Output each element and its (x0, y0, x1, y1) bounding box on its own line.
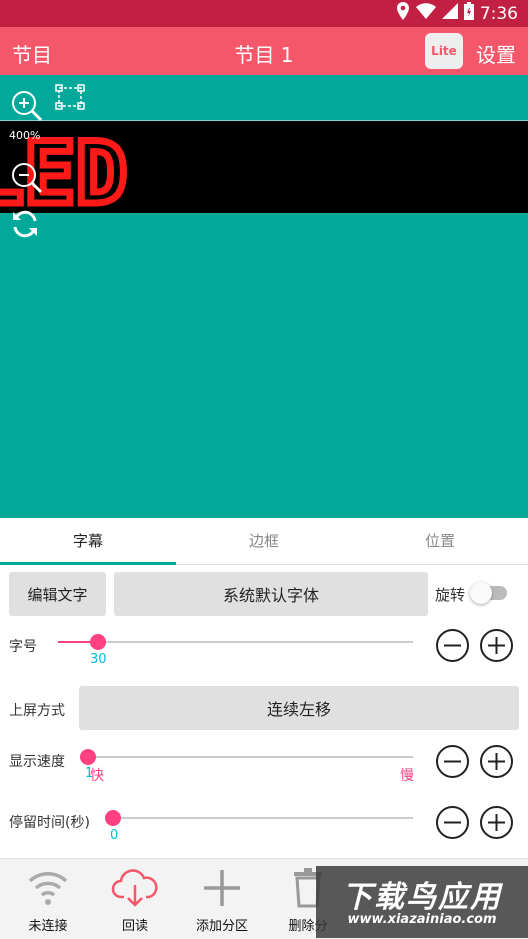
speed-label: 显示速度 (9, 754, 65, 770)
stay-time-thumb[interactable] (105, 810, 121, 826)
fit-screen-icon[interactable] (54, 83, 86, 115)
nav-add-zone[interactable]: 添加分区 (178, 859, 266, 939)
wifi-status-icon (27, 867, 69, 911)
speed-plus-icon[interactable] (480, 745, 513, 778)
toggle-knob (470, 582, 492, 604)
tab-border[interactable]: 边框 (176, 518, 352, 564)
stay-time-slider[interactable] (113, 817, 413, 819)
entry-method-select[interactable]: 连续左移 (79, 686, 519, 730)
programs-button[interactable]: 节目 (12, 39, 52, 68)
lite-badge[interactable]: Lite (425, 33, 463, 69)
rotate-label: 旋转 (435, 586, 466, 604)
font-size-plus-icon[interactable] (480, 629, 513, 662)
led-text: LED (0, 121, 131, 213)
font-size-minus-icon[interactable] (436, 629, 469, 662)
tab-position[interactable]: 位置 (352, 518, 528, 564)
edit-text-button[interactable]: 编辑文字 (9, 572, 106, 616)
nav-add-zone-label: 添加分区 (195, 919, 248, 934)
watermark: 下载鸟应用 www.xiazainiao.com (316, 866, 528, 938)
title-bar: 节目 节目 1 Lite 设置 (0, 27, 528, 75)
speed-slow-label: 慢 (400, 768, 414, 784)
nav-readback[interactable]: 回读 (91, 859, 179, 939)
entry-method-label: 上屏方式 (9, 703, 65, 719)
zoom-out-icon[interactable] (10, 161, 44, 199)
stay-time-label: 停留时间(秒) (9, 815, 90, 831)
signal-icon (441, 3, 458, 24)
preview-canvas[interactable]: LED 400% (0, 75, 528, 518)
rotate-toggle[interactable] (470, 582, 507, 604)
location-icon (396, 2, 410, 25)
status-icons: 7:36 (396, 2, 518, 25)
tab-subtitle[interactable]: 字幕 (0, 518, 176, 565)
wifi-icon (415, 3, 436, 24)
status-bar: 7:36 (0, 0, 528, 27)
nav-connection[interactable]: 未连接 (4, 859, 92, 939)
font-select-button[interactable]: 系统默认字体 (114, 572, 428, 616)
zoom-in-icon[interactable] (10, 89, 44, 127)
battery-icon (463, 2, 474, 25)
font-size-thumb[interactable] (90, 634, 106, 650)
stay-time-minus-icon[interactable] (436, 806, 469, 839)
stay-time-value: 0 (110, 828, 119, 843)
nav-connection-label: 未连接 (28, 919, 68, 934)
watermark-url: www.xiazainiao.com (347, 912, 497, 927)
plus-icon (202, 868, 242, 912)
zoom-level: 400% (9, 129, 41, 142)
refresh-icon[interactable] (10, 209, 40, 243)
nav-readback-label: 回读 (121, 919, 148, 934)
speed-slider[interactable] (88, 756, 413, 758)
tab-bar: 字幕 边框 位置 (0, 518, 528, 565)
font-size-slider[interactable] (58, 641, 413, 643)
settings-button[interactable]: 设置 (476, 39, 516, 68)
font-size-value: 30 (90, 652, 107, 667)
speed-thumb[interactable] (80, 749, 96, 765)
speed-minus-icon[interactable] (436, 745, 469, 778)
watermark-title: 下载鸟应用 (342, 880, 502, 915)
stay-time-plus-icon[interactable] (480, 806, 513, 839)
speed-fast-label: 快 (90, 768, 104, 784)
font-size-label: 字号 (9, 639, 37, 655)
led-screen[interactable]: LED (0, 120, 528, 213)
cloud-download-icon (111, 865, 159, 913)
status-time: 7:36 (479, 3, 518, 24)
